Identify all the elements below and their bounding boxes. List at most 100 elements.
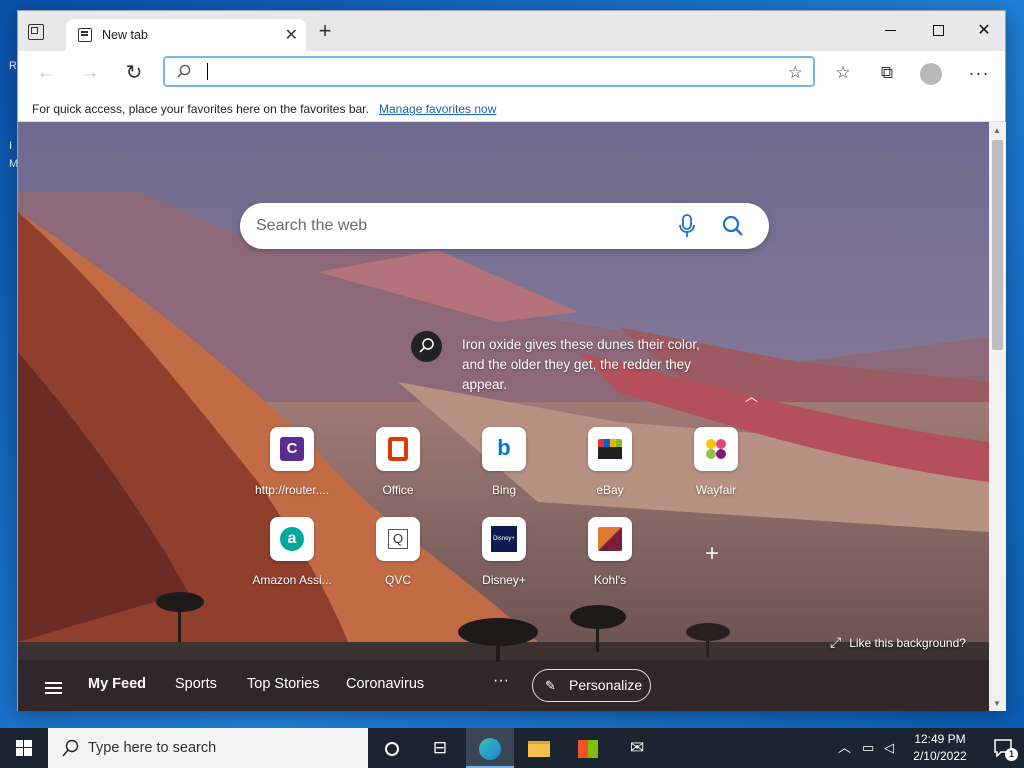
back-button[interactable]: ← xyxy=(32,59,60,87)
tab-new-tab[interactable]: New tab ✕ xyxy=(66,19,306,51)
quick-link-label: Amazon Assi... xyxy=(252,573,332,587)
office-icon xyxy=(376,427,420,471)
add-quick-link-icon[interactable]: + xyxy=(705,540,719,568)
refresh-button[interactable]: ↻ xyxy=(120,59,148,87)
show-hidden-icons-icon[interactable]: ︿ xyxy=(838,728,851,768)
collections-icon[interactable]: ⧉ xyxy=(872,59,902,87)
like-background-label: Like this background? xyxy=(849,636,966,650)
file-explorer-icon[interactable] xyxy=(515,728,563,768)
cortana-icon[interactable] xyxy=(368,728,416,768)
collapse-caret-icon[interactable]: ︿ xyxy=(745,386,758,405)
tab-my-feed[interactable]: My Feed xyxy=(88,676,146,692)
mail-icon[interactable]: ✉ xyxy=(613,728,661,768)
desktop-icon-fragment: I xyxy=(9,140,13,152)
background-info-text: Iron oxide gives these dunes their color… xyxy=(462,337,700,392)
search-icon xyxy=(62,739,79,757)
more-feed-icon[interactable]: ··· xyxy=(493,672,509,690)
qvc-icon: Q xyxy=(376,517,420,561)
scroll-thumb[interactable] xyxy=(992,140,1003,350)
minimize-button[interactable] xyxy=(867,16,913,46)
task-view-icon[interactable]: ⊟ xyxy=(416,728,464,768)
scroll-up-icon[interactable]: ▲ xyxy=(993,126,1001,135)
forward-button[interactable]: → xyxy=(76,59,104,87)
quick-link-tile[interactable]: Disney+ Disney+ xyxy=(461,517,547,587)
wayfair-icon xyxy=(694,427,738,471)
quick-link-label: Office xyxy=(382,483,414,497)
expand-icon: ⤢ xyxy=(830,634,842,650)
pencil-icon: ✎ xyxy=(545,678,556,693)
maximize-button[interactable] xyxy=(915,16,961,46)
quick-link-tile[interactable]: b Bing xyxy=(461,427,547,497)
microphone-icon[interactable] xyxy=(678,214,696,238)
new-tab-page-icon xyxy=(78,28,92,42)
quick-link-label: eBay xyxy=(596,483,624,497)
favorites-icon[interactable]: ☆ xyxy=(828,59,858,87)
personalize-button[interactable]: ✎ Personalize xyxy=(532,669,651,702)
close-tab-icon[interactable]: ✕ xyxy=(285,25,298,45)
bing-icon: b xyxy=(482,427,526,471)
more-options-icon[interactable]: ··· xyxy=(964,59,994,87)
volume-icon[interactable]: ◁ xyxy=(884,728,894,768)
search-icon[interactable] xyxy=(722,215,744,237)
address-bar[interactable]: ☆ xyxy=(163,56,815,87)
tab-coronavirus[interactable]: Coronavirus xyxy=(346,676,424,692)
taskbar-search-box[interactable]: Type here to search xyxy=(48,728,368,768)
system-clock[interactable]: 12:49 PM 2/10/2022 xyxy=(905,731,975,765)
feed-bar: My Feed Sports Top Stories Coronavirus ·… xyxy=(18,660,989,711)
quick-link-icon: C xyxy=(270,427,314,471)
amazon-assistant-icon: a xyxy=(270,517,314,561)
quick-link-tile[interactable]: Office xyxy=(355,427,441,497)
clock-time: 12:49 PM xyxy=(914,732,966,746)
quick-link-label: Bing xyxy=(491,483,517,497)
store-icon[interactable] xyxy=(564,728,612,768)
clock-date: 2/10/2022 xyxy=(913,749,967,763)
quick-link-tile[interactable]: C http://router.... xyxy=(249,427,335,497)
quick-link-label: Kohl's xyxy=(593,573,627,587)
tab-sports[interactable]: Sports xyxy=(175,676,217,692)
quick-link-label: Disney+ xyxy=(482,573,526,587)
quick-link-tile[interactable]: Q QVC xyxy=(355,517,441,587)
new-tab-button[interactable]: + xyxy=(313,20,337,44)
quick-link-tile[interactable]: Wayfair xyxy=(673,427,759,497)
address-input[interactable] xyxy=(205,61,765,83)
web-search-box[interactable] xyxy=(240,203,769,249)
notification-count-badge: 1 xyxy=(1005,748,1018,761)
hamburger-menu-icon[interactable] xyxy=(45,682,62,694)
navigation-toolbar: ← → ↻ ☆ ☆ ⧉ ··· xyxy=(18,51,1005,95)
tab-top-stories[interactable]: Top Stories xyxy=(247,676,320,692)
like-background-button[interactable]: ⤢ Like this background? xyxy=(830,634,966,651)
taskbar: Type here to search ⊟ ✉ ︿ ▭ ◁ 12:49 PM 2… xyxy=(0,728,1024,768)
page-scrollbar[interactable]: ▲ ▼ xyxy=(989,122,1006,711)
edge-app-icon[interactable] xyxy=(466,728,514,768)
quick-link-label: http://router.... xyxy=(254,483,330,497)
quick-link-tile[interactable]: a Amazon Assi... xyxy=(249,517,335,587)
favorites-bar: For quick access, place your favorites h… xyxy=(18,95,1005,122)
tab-actions-icon[interactable] xyxy=(28,24,44,40)
new-tab-page: Iron oxide gives these dunes their color… xyxy=(18,122,989,711)
network-icon[interactable]: ▭ xyxy=(862,728,874,768)
quick-link-label: Wayfair xyxy=(695,483,737,497)
personalize-label: Personalize xyxy=(569,677,643,693)
quick-link-tile[interactable]: eBay xyxy=(567,427,653,497)
kohls-icon xyxy=(588,517,632,561)
tab-title: New tab xyxy=(102,28,148,42)
background-info-icon[interactable] xyxy=(411,331,442,362)
search-icon xyxy=(177,64,191,78)
add-favorite-icon[interactable]: ☆ xyxy=(788,63,803,83)
close-window-button[interactable]: ✕ xyxy=(961,16,1007,46)
ebay-bag-icon xyxy=(588,427,632,471)
favorites-bar-hint: For quick access, place your favorites h… xyxy=(32,102,369,116)
start-button[interactable] xyxy=(0,728,48,768)
disney-plus-icon: Disney+ xyxy=(482,517,526,561)
notification-center-button[interactable]: 1 xyxy=(983,728,1023,768)
web-search-input[interactable] xyxy=(256,215,656,237)
text-caret xyxy=(207,63,208,80)
windows-logo-icon xyxy=(16,740,32,756)
manage-favorites-link[interactable]: Manage favorites now xyxy=(379,102,496,116)
quick-link-label: QVC xyxy=(384,573,411,587)
browser-window: New tab ✕ + ✕ ← → ↻ ☆ ☆ ⧉ ··· For quick … xyxy=(17,10,1006,711)
tab-strip: New tab ✕ + ✕ xyxy=(18,11,1005,51)
scroll-down-icon[interactable]: ▼ xyxy=(993,699,1001,708)
quick-link-tile[interactable]: Kohl's xyxy=(567,517,653,587)
profile-avatar[interactable] xyxy=(916,59,946,87)
